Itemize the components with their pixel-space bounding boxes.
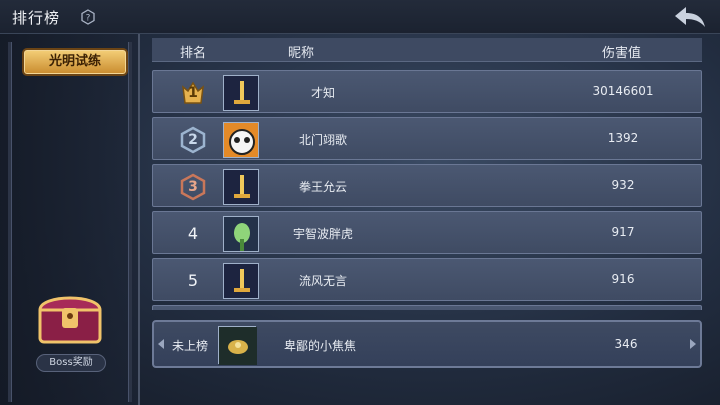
- table-row[interactable]: 2 北门翊歌 1392: [152, 117, 702, 160]
- sidebar: [0, 34, 140, 405]
- self-damage: 346: [614, 337, 638, 351]
- player-name: 拳王允云: [298, 180, 347, 194]
- player-name: 宇智波胖虎: [292, 227, 353, 241]
- sword-avatar: [223, 263, 259, 299]
- player-name: 流风无言: [298, 274, 347, 288]
- plant-avatar: [223, 216, 259, 252]
- table-row[interactable]: 1 才知 30146601: [152, 70, 702, 113]
- back-arrow-icon[interactable]: [672, 4, 708, 30]
- damage-value: 917: [611, 225, 635, 239]
- sidebar-rail-right: [128, 42, 132, 402]
- chevron-right-icon: [690, 339, 696, 349]
- sidebar-rail-left: [8, 42, 12, 402]
- svg-text:?: ?: [86, 14, 91, 24]
- player-name: 才知: [310, 86, 335, 100]
- rank-3-badge: 3: [179, 173, 207, 201]
- treasure-chest-icon[interactable]: [34, 288, 106, 346]
- panda-avatar: [223, 122, 259, 158]
- column-nickname: 昵称: [288, 46, 315, 61]
- rank-number: 5: [187, 271, 199, 290]
- damage-value: 932: [611, 178, 635, 192]
- damage-value: 1392: [607, 131, 639, 145]
- flower-avatar: [218, 326, 257, 365]
- rank-2-badge: 2: [179, 126, 207, 154]
- damage-value: 30146601: [592, 84, 654, 98]
- ranking-panel: 排名 昵称 伤害值 1 才知 30146601 2 北门翊歌 1392 3 拳王…: [148, 34, 708, 405]
- table-row-partial[interactable]: [152, 305, 702, 310]
- top-bar: 排行榜 ?: [0, 0, 720, 34]
- rank-number: 4: [187, 224, 199, 243]
- rank-number: 3: [188, 179, 198, 195]
- sword-avatar: [223, 75, 259, 111]
- rank-1-badge: 1: [179, 79, 207, 107]
- rank-number: 2: [188, 132, 198, 148]
- column-damage: 伤害值: [602, 46, 642, 61]
- damage-value: 916: [611, 272, 635, 286]
- player-name: 北门翊歌: [298, 133, 347, 147]
- rank-number: 1: [188, 85, 198, 101]
- tab-guangming-trial[interactable]: 光明试练: [22, 48, 128, 76]
- boss-reward-label[interactable]: Boss奖励: [36, 354, 106, 372]
- sword-avatar: [223, 169, 259, 205]
- table-row[interactable]: 5 流风无言 916: [152, 258, 702, 301]
- table-row[interactable]: 3 拳王允云 932: [152, 164, 702, 207]
- chevron-left-icon: [158, 339, 164, 349]
- self-name: 卑鄙的小焦焦: [283, 339, 356, 353]
- self-rank-row: 未上榜 卑鄙的小焦焦 346: [152, 320, 702, 368]
- table-header: 排名 昵称 伤害值: [152, 38, 702, 62]
- table-row[interactable]: 4 宇智波胖虎 917: [152, 211, 702, 254]
- question-icon[interactable]: ?: [80, 9, 96, 25]
- self-rank-label: 未上榜: [172, 339, 209, 353]
- ranking-list[interactable]: 1 才知 30146601 2 北门翊歌 1392 3 拳王允云 932 4 宇…: [152, 70, 702, 310]
- page-title: 排行榜: [12, 9, 61, 27]
- column-rank: 排名: [180, 46, 207, 61]
